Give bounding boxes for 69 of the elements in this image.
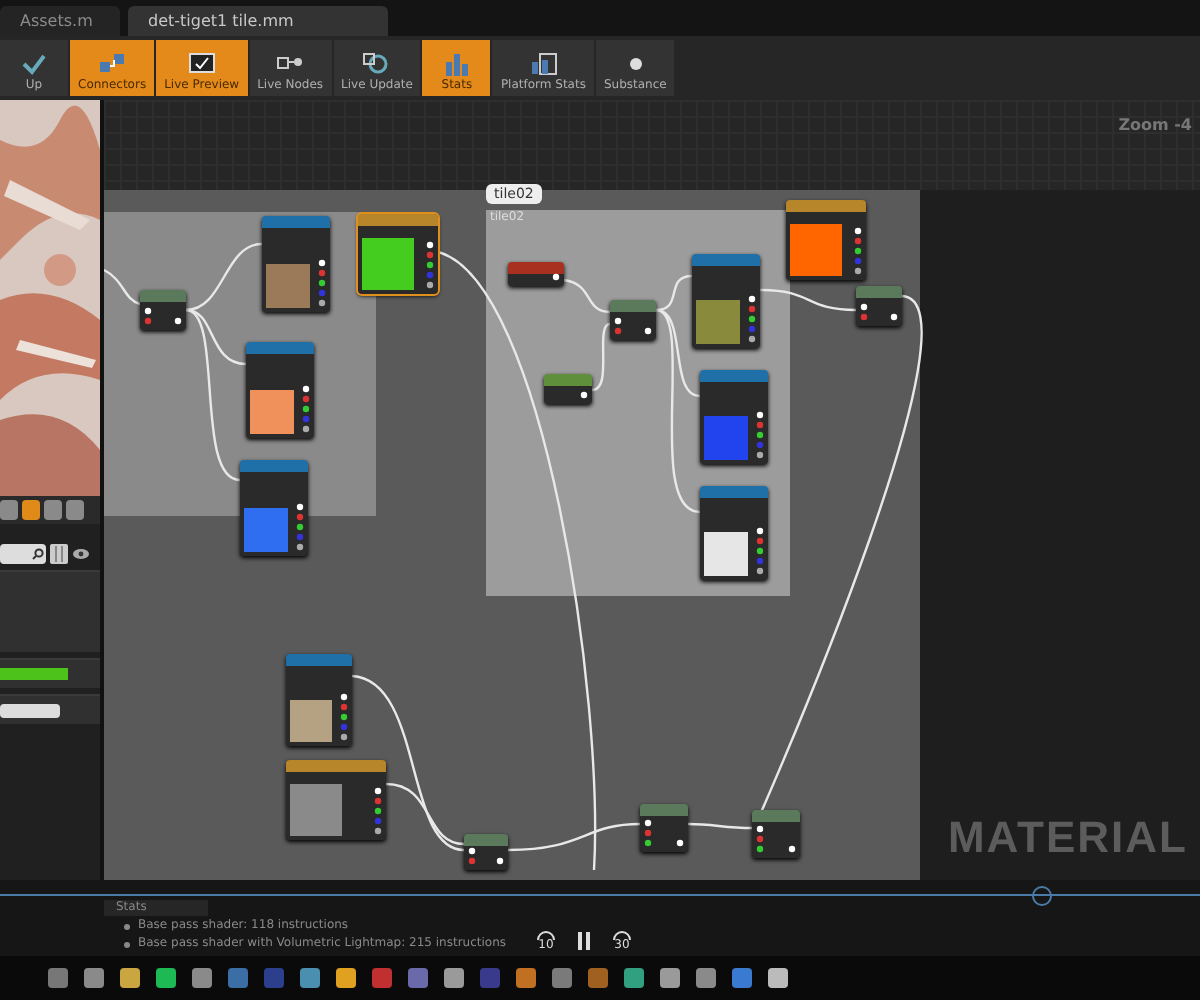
- document-tab[interactable]: Assets.m: [0, 6, 120, 36]
- monitor-icon: [187, 52, 216, 76]
- view-mode-button[interactable]: [66, 500, 84, 520]
- pins-icon: [788, 844, 796, 854]
- check-icon: [20, 52, 48, 76]
- app-icon[interactable]: [300, 968, 320, 988]
- app-icon[interactable]: [660, 968, 680, 988]
- app-icon[interactable]: [228, 968, 248, 988]
- view-mode-button[interactable]: [22, 500, 40, 520]
- search-icon: [32, 548, 44, 560]
- pins-icon: [676, 838, 684, 848]
- rewind-icon: [536, 930, 556, 940]
- pins-icon: [296, 502, 304, 552]
- app-icon[interactable]: [48, 968, 68, 988]
- app-icon[interactable]: [552, 968, 572, 988]
- app-icon[interactable]: [192, 968, 212, 988]
- pins-icon: [748, 294, 756, 344]
- pins-icon: [854, 226, 862, 276]
- pins-icon: [302, 384, 310, 434]
- pins-icon: [468, 846, 476, 866]
- app-icon[interactable]: [444, 968, 464, 988]
- app-icon[interactable]: [588, 968, 608, 988]
- pins-icon: [174, 316, 182, 326]
- pins-icon: [644, 326, 652, 336]
- connectors-icon: [98, 52, 127, 76]
- app-icon[interactable]: [84, 968, 104, 988]
- graph-watermark: MATERIAL: [947, 812, 1188, 864]
- app-icon[interactable]: [120, 968, 140, 988]
- pins-icon: [644, 818, 652, 848]
- app-icon[interactable]: [624, 968, 644, 988]
- app-icon[interactable]: [156, 968, 176, 988]
- pins-icon: [580, 390, 588, 400]
- details-section: [0, 570, 100, 652]
- pins-icon: [552, 272, 560, 282]
- bullet-icon: [124, 941, 130, 947]
- search-field[interactable]: [0, 544, 46, 564]
- refresh-icon: [362, 52, 391, 76]
- zoom-level: Zoom -4: [1118, 116, 1192, 134]
- pins-icon: [890, 312, 898, 322]
- value-field[interactable]: [0, 703, 60, 717]
- pins-icon: [318, 258, 326, 308]
- bullet-icon: [124, 923, 130, 929]
- app-icon[interactable]: [696, 968, 716, 988]
- pins-icon: [614, 316, 622, 336]
- bar-chart-icon: [442, 52, 471, 76]
- forward-icon: [612, 930, 632, 940]
- pins-icon: [756, 410, 764, 460]
- app-icon[interactable]: [516, 968, 536, 988]
- progress-thumb[interactable]: [1031, 886, 1052, 906]
- pins-icon: [426, 240, 434, 290]
- app-icon[interactable]: [336, 968, 356, 988]
- pins-icon: [144, 306, 152, 326]
- color-value-bar[interactable]: [0, 668, 68, 680]
- pins-icon: [860, 302, 868, 322]
- app-icon[interactable]: [732, 968, 752, 988]
- pins-icon: [496, 856, 504, 866]
- pins-icon: [374, 786, 382, 836]
- app-icon[interactable]: [408, 968, 428, 988]
- eye-icon[interactable]: [72, 548, 90, 560]
- view-mode-button[interactable]: [0, 500, 18, 520]
- document-tab[interactable]: det-tiget1 tile.mm: [128, 6, 388, 36]
- device-icon: [529, 52, 558, 76]
- app-icon[interactable]: [768, 968, 788, 988]
- view-mode-button[interactable]: [44, 500, 62, 520]
- pins-icon: [340, 692, 348, 742]
- pause-icon[interactable]: [576, 932, 592, 950]
- app-icon[interactable]: [372, 968, 392, 988]
- pins-icon: [756, 824, 764, 854]
- pins-icon: [756, 526, 764, 576]
